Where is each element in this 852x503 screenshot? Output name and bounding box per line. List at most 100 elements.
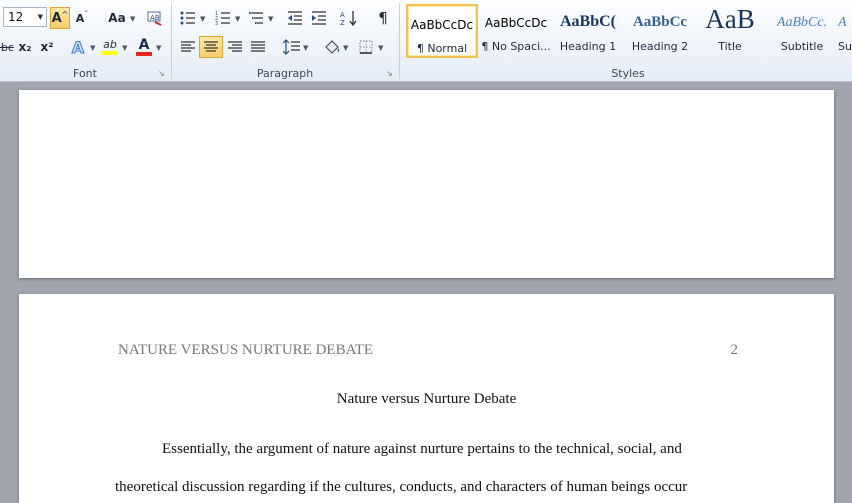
chevron-down-icon[interactable]: ▼ xyxy=(200,15,205,23)
font-dialog-launcher-icon[interactable]: ↘ xyxy=(158,70,166,78)
sort-button[interactable]: AZ xyxy=(338,7,360,29)
line-spacing-button[interactable] xyxy=(280,36,304,58)
decrease-indent-button[interactable] xyxy=(284,7,306,29)
superscript-icon: x² xyxy=(40,40,54,54)
style-name: Subtitle xyxy=(780,40,824,53)
pilcrow-icon: ¶ xyxy=(378,9,388,27)
style-preview: AaBbCcDc xyxy=(484,16,548,30)
sort-icon: AZ xyxy=(340,11,357,26)
page-number: 2 xyxy=(730,342,739,358)
running-header-title: NATURE VERSUS NURTURE DEBATE xyxy=(118,342,374,358)
style-preview: AaBbC( xyxy=(559,13,616,30)
chevron-down-icon[interactable]: ▼ xyxy=(90,44,95,52)
justify-icon xyxy=(251,41,265,52)
style-heading-1[interactable]: AaBbC( Heading 1 xyxy=(552,4,624,58)
paragraph-dialog-launcher-icon[interactable]: ↘ xyxy=(386,70,394,78)
chevron-down-icon[interactable]: ▼ xyxy=(38,8,43,26)
document-page-1[interactable] xyxy=(19,90,834,278)
highlight-color-bar xyxy=(102,51,118,55)
style-name: Heading 2 xyxy=(631,40,689,53)
strikethrough-button[interactable]: abc xyxy=(0,36,14,58)
chevron-down-icon[interactable]: ▼ xyxy=(235,15,240,23)
style-normal[interactable]: AaBbCcDc ¶ Normal xyxy=(406,4,478,58)
align-center-button[interactable] xyxy=(199,36,223,58)
align-right-button[interactable] xyxy=(224,36,246,58)
group-divider xyxy=(399,3,400,79)
multilevel-list-icon xyxy=(249,12,263,24)
shading-button[interactable] xyxy=(320,36,344,58)
styles-group-label: Styles xyxy=(611,67,645,80)
style-preview: AaBbCc xyxy=(632,14,688,30)
show-formatting-button[interactable]: ¶ xyxy=(372,7,394,29)
style-name: Title xyxy=(718,40,742,53)
svg-text:3: 3 xyxy=(215,21,218,25)
style-subtitle[interactable]: AaBbCc. Subtitle xyxy=(766,4,838,58)
borders-icon xyxy=(359,40,373,54)
style-name: ¶ Normal xyxy=(416,42,468,55)
svg-text:AB: AB xyxy=(150,14,160,22)
align-left-button[interactable] xyxy=(177,36,199,58)
style-title[interactable]: AaB Title xyxy=(694,4,766,58)
style-preview: A xyxy=(838,15,847,30)
superscript-button[interactable]: x² xyxy=(38,36,56,58)
subscript-button[interactable]: x₂ xyxy=(16,36,34,58)
change-case-icon: Aa xyxy=(108,11,126,25)
font-color-button[interactable]: A xyxy=(134,36,154,58)
grow-font-button[interactable]: A ^ xyxy=(50,7,70,29)
chevron-down-icon[interactable]: ▼ xyxy=(343,44,348,52)
chevron-down-icon[interactable]: ▼ xyxy=(122,44,127,52)
align-right-icon xyxy=(228,41,242,52)
style-subtle-emphasis[interactable]: A Su xyxy=(838,4,852,58)
document-title: Nature versus Nurture Debate xyxy=(336,391,517,407)
style-name: ¶ No Spaci... xyxy=(481,40,551,53)
paragraph-group-label: Paragraph xyxy=(256,67,314,80)
chevron-down-icon[interactable]: ▼ xyxy=(156,44,161,52)
shrink-font-icon: A xyxy=(75,11,85,25)
svg-text:A: A xyxy=(340,11,345,19)
borders-button[interactable] xyxy=(355,36,377,58)
font-color-bar xyxy=(136,51,152,56)
line-spacing-icon xyxy=(283,39,300,55)
style-name: Su xyxy=(838,40,852,53)
numbering-button[interactable]: 123 xyxy=(212,7,234,29)
bullets-icon xyxy=(180,11,195,25)
style-name: Heading 1 xyxy=(559,40,617,53)
align-center-icon xyxy=(204,41,218,52)
chevron-down-icon[interactable]: ▼ xyxy=(303,44,308,52)
numbering-icon: 123 xyxy=(215,11,230,25)
text-effects-button[interactable]: A xyxy=(68,36,88,58)
clear-formatting-icon: AB xyxy=(147,11,162,26)
document-page-2[interactable]: NATURE VERSUS NURTURE DEBATE 2 Nature ve… xyxy=(19,294,834,503)
justify-button[interactable] xyxy=(247,36,269,58)
font-size-value: 12 xyxy=(8,10,24,24)
align-left-icon xyxy=(181,41,195,52)
strikethrough-icon: abc xyxy=(0,40,14,54)
chevron-down-icon[interactable]: ▼ xyxy=(378,44,383,52)
style-no-spacing[interactable]: AaBbCcDc ¶ No Spaci... xyxy=(480,4,552,58)
font-size-box[interactable]: 12 ▼ xyxy=(3,7,47,27)
highlight-button[interactable]: ab xyxy=(100,36,120,58)
multilevel-list-button[interactable] xyxy=(246,7,268,29)
font-group: 12 ▼ A^ Aˇ Aa ▼ AB abc x₂ x² A ▼ ab xyxy=(0,0,170,82)
style-heading-2[interactable]: AaBbCc Heading 2 xyxy=(624,4,696,58)
highlighter-icon: ab xyxy=(103,38,117,51)
chevron-down-icon[interactable]: ▼ xyxy=(268,15,273,23)
ribbon: 12 ▼ A^ Aˇ Aa ▼ AB abc x₂ x² A ▼ ab xyxy=(0,0,852,82)
decrease-indent-icon xyxy=(288,11,302,25)
style-preview: AaB xyxy=(705,4,755,34)
style-preview: AaBbCc. xyxy=(776,15,828,30)
clear-formatting-button[interactable]: AB xyxy=(145,7,165,29)
bullets-button[interactable] xyxy=(177,7,199,29)
svg-text:Z: Z xyxy=(340,19,345,26)
body-line-2: theoretical discussion regarding if the … xyxy=(115,479,688,495)
chevron-down-icon[interactable]: ▼ xyxy=(130,15,135,23)
styles-gallery: AaBbCcDc ¶ Normal AaBbCcDc ¶ No Spaci...… xyxy=(404,0,852,82)
paint-bucket-icon xyxy=(325,40,340,54)
text-effects-icon: A xyxy=(71,37,85,57)
font-group-label: Font xyxy=(73,67,97,80)
increase-indent-button[interactable] xyxy=(308,7,330,29)
change-case-button[interactable]: Aa xyxy=(103,7,131,29)
shrink-font-button[interactable]: Aˇ xyxy=(72,7,92,29)
subscript-icon: x₂ xyxy=(18,40,32,54)
body-line-1: Essentially, the argument of nature agai… xyxy=(162,441,682,457)
